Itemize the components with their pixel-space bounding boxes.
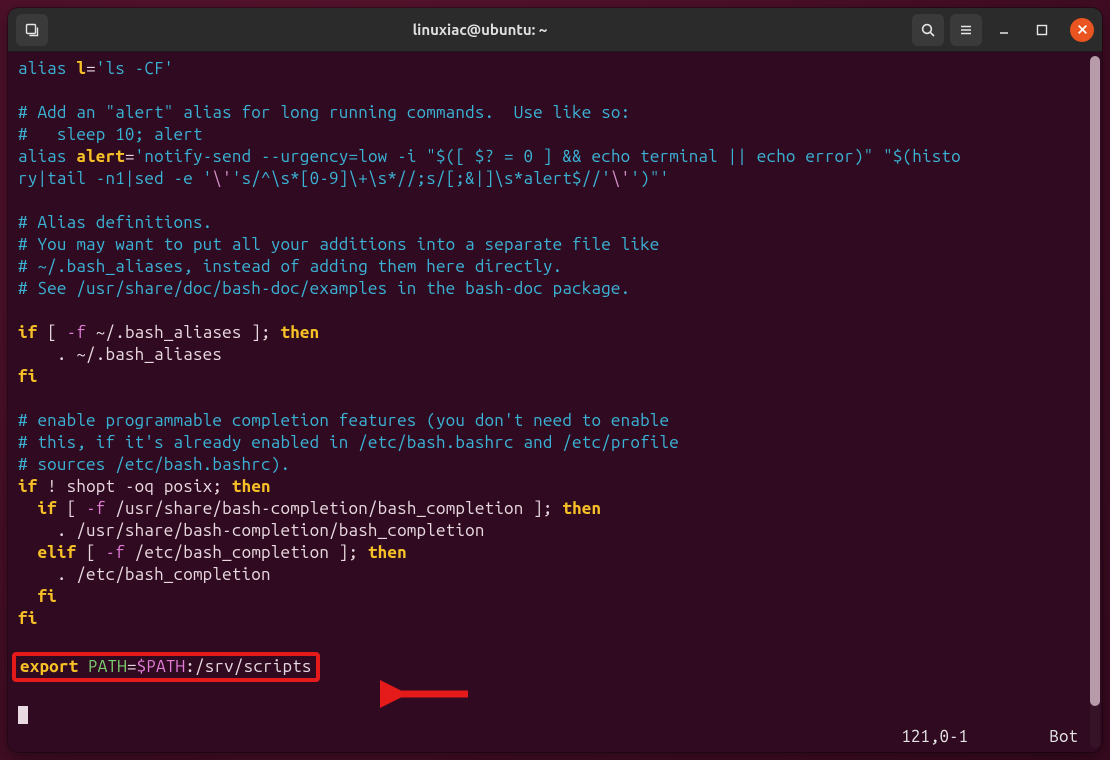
window-title: linuxiac@ubuntu: ~ <box>48 21 912 38</box>
hamburger-icon <box>958 22 974 38</box>
terminal-window: linuxiac@ubuntu: ~ <box>8 8 1102 752</box>
desktop-background: linuxiac@ubuntu: ~ <box>0 0 1110 760</box>
alias-name-l: l <box>67 59 86 78</box>
keyword-alias: alias <box>18 147 67 166</box>
terminal-viewport[interactable]: alias l='ls -CF' # Add an "alert" alias … <box>8 52 1102 752</box>
terminal-scrollbar[interactable] <box>1090 56 1100 748</box>
keyword-alias: alias <box>18 59 67 78</box>
menu-button[interactable] <box>950 14 982 46</box>
new-tab-button[interactable] <box>16 14 48 46</box>
minimize-icon <box>996 22 1012 38</box>
alias-name-alert: alert <box>67 147 125 166</box>
var-path-ref: $PATH <box>137 657 186 676</box>
keyword-fi: fi <box>18 367 37 386</box>
search-icon <box>920 22 936 38</box>
search-button[interactable] <box>912 14 944 46</box>
minimize-button[interactable] <box>988 14 1020 46</box>
keyword-export: export <box>20 657 78 676</box>
maximize-button[interactable] <box>1026 14 1058 46</box>
status-right: Bot <box>1049 726 1078 748</box>
scrollbar-thumb[interactable] <box>1090 56 1100 706</box>
close-button[interactable] <box>1070 18 1094 42</box>
window-titlebar: linuxiac@ubuntu: ~ <box>8 8 1102 52</box>
cursor <box>18 706 28 724</box>
new-tab-icon <box>24 22 40 38</box>
keyword-fi: fi <box>18 609 37 628</box>
highlighted-export-line: export PATH=$PATH:/srv/scripts <box>12 652 320 682</box>
close-icon <box>1077 24 1088 35</box>
vim-status-line: 121,0-1 Bot <box>8 726 1088 748</box>
keyword-if: if <box>18 477 37 496</box>
keyword-if: if <box>18 323 37 342</box>
maximize-icon <box>1034 22 1050 38</box>
terminal-content: alias l='ls -CF' # Add an "alert" alias … <box>18 58 1102 726</box>
status-position: 121,0-1 <box>901 726 968 748</box>
varname-path: PATH <box>78 657 127 676</box>
